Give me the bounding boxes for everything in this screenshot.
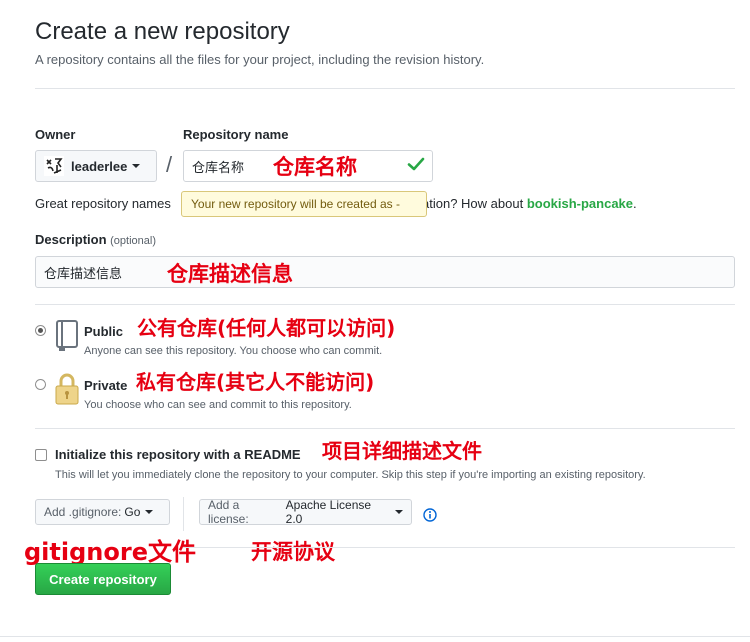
gitignore-dropdown[interactable]: Add .gitignore: Go	[35, 499, 170, 525]
avatar	[44, 156, 64, 176]
page-title: Create a new repository	[35, 18, 290, 45]
vertical-divider	[183, 497, 184, 531]
description-label-text: Description	[35, 232, 107, 247]
chevron-down-icon	[395, 510, 403, 514]
create-repository-button[interactable]: Create repository	[35, 563, 171, 595]
page-subtitle: A repository contains all the files for …	[35, 52, 485, 67]
gitignore-value: Go	[124, 505, 141, 519]
description-input[interactable]	[35, 256, 735, 288]
slash-separator: /	[166, 152, 173, 177]
divider	[35, 304, 735, 305]
license-value: Apache License 2.0	[285, 498, 372, 526]
repo-name-label: Repository name	[183, 127, 289, 142]
init-readme-desc: This will let you immediately clone the …	[55, 469, 646, 481]
chevron-down-icon	[132, 164, 141, 168]
info-icon[interactable]	[423, 508, 437, 522]
owner-label: Owner	[35, 127, 76, 142]
annotation-readme: 项目详细描述文件	[322, 439, 482, 463]
public-title: Public	[84, 324, 124, 339]
init-readme-label[interactable]: Initialize this repository with a README	[55, 447, 301, 462]
annotation-private: 私有仓库(其它人不能访问)	[136, 370, 375, 394]
description-label: Description (optional)	[35, 232, 156, 247]
annotation-public: 公有仓库(任何人都可以访问)	[137, 316, 396, 340]
license-dropdown[interactable]: Add a license: Apache License 2.0	[199, 498, 412, 526]
annotation-description: 仓库描述信息	[167, 262, 293, 286]
divider	[35, 428, 735, 429]
public-radio[interactable]	[35, 325, 46, 336]
divider	[35, 88, 735, 89]
suggestion-period: .	[633, 196, 637, 211]
private-radio[interactable]	[35, 379, 46, 390]
license-prefix: Add a license:	[208, 498, 249, 526]
divider	[183, 547, 735, 548]
private-title: Private	[84, 378, 128, 393]
repo-name-tooltip: Your new repository will be created as -	[181, 191, 427, 217]
public-desc: Anyone can see this repository. You choo…	[84, 345, 383, 357]
check-icon	[407, 157, 425, 171]
owner-name: leaderlee	[71, 158, 128, 174]
name-hint-text: Great repository names	[35, 196, 171, 211]
suggestion-link[interactable]: bookish-pancake	[527, 196, 633, 211]
name-hint-tail: ation? How about	[422, 196, 524, 211]
repo-book-icon	[56, 320, 78, 351]
lock-icon	[55, 373, 79, 405]
chevron-down-icon	[145, 510, 154, 514]
annotation-repo-name: 仓库名称	[273, 155, 357, 179]
private-desc: You choose who can see and commit to thi…	[84, 399, 352, 411]
optional-tag: (optional)	[110, 235, 156, 247]
gitignore-prefix: Add .gitignore:	[44, 505, 122, 519]
divider	[0, 636, 750, 637]
annotation-gitignore: gitignore文件	[24, 538, 196, 566]
init-readme-checkbox[interactable]	[35, 449, 47, 461]
name-suggestion-text: ation? How about bookish-pancake.	[422, 196, 637, 211]
annotation-license: 开源协议	[251, 540, 335, 564]
owner-dropdown[interactable]: leaderlee	[35, 150, 157, 182]
